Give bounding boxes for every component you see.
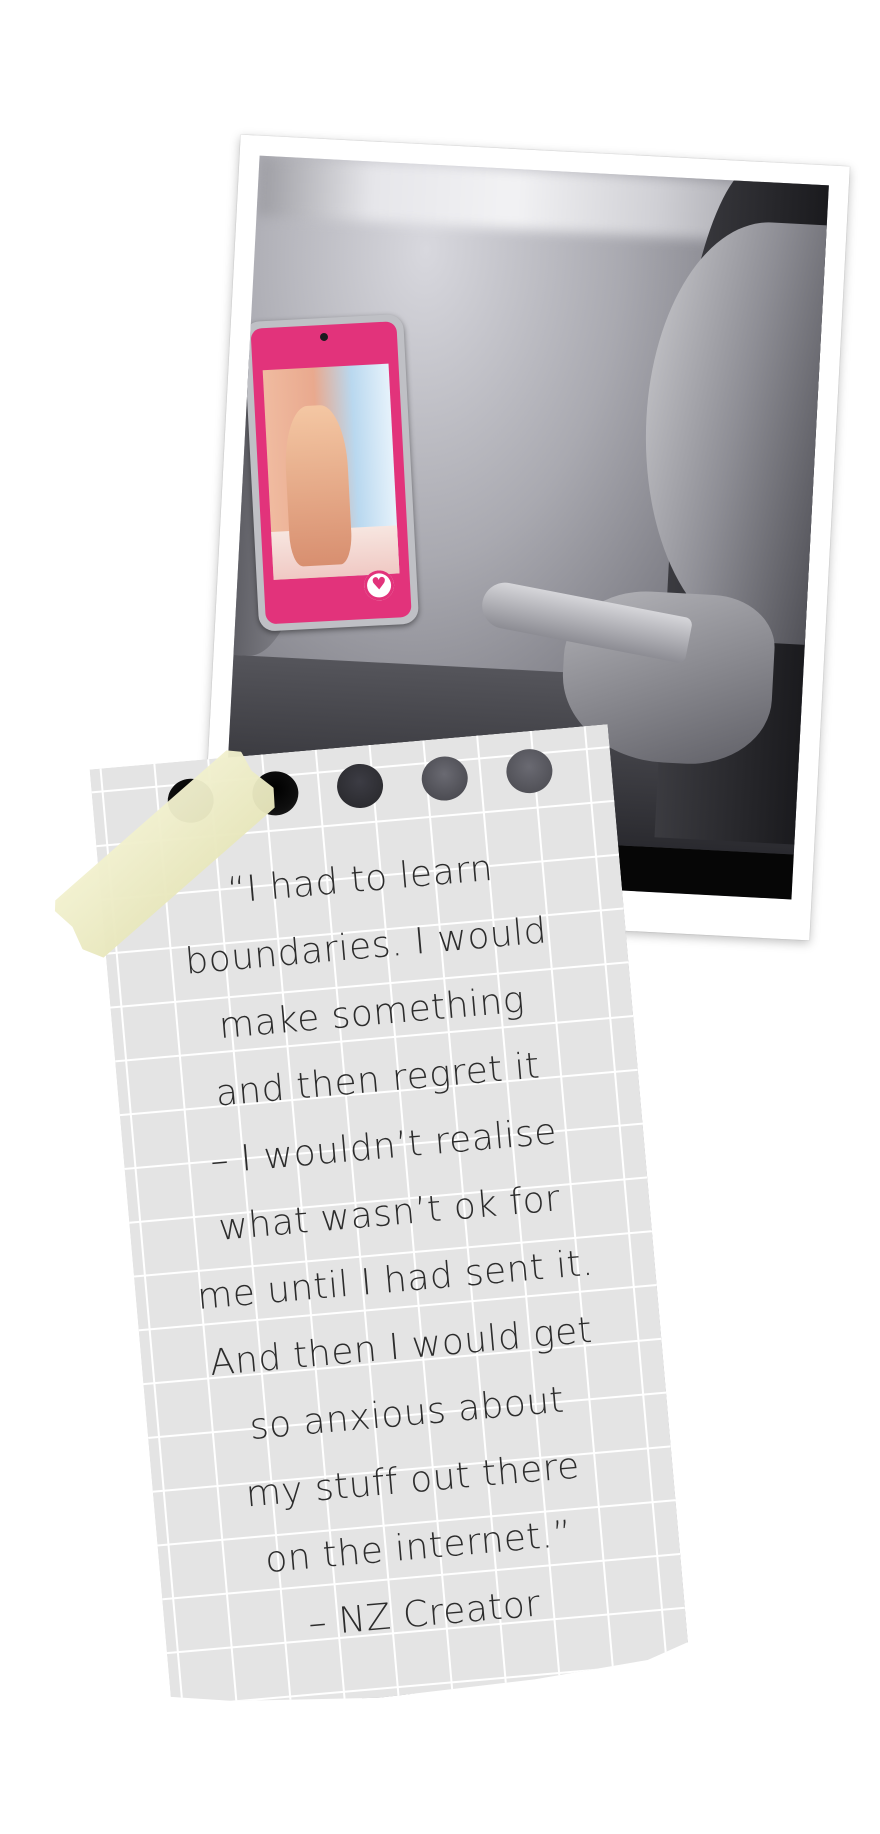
person-face [635,216,829,649]
phone-photo-figure [282,403,353,567]
quote-text: “I had to learn boundaries. I would make… [138,827,646,1666]
scene: ♥ “I had to learn boundaries. I would ma… [0,0,880,1834]
punch-hole [420,755,470,803]
phone: ♥ [243,313,420,632]
camera-icon [319,332,329,342]
punch-hole [335,762,385,810]
phone-screen: ♥ [250,321,412,625]
heart-icon: ♥ [363,569,395,602]
phone-screen-photo [262,363,400,580]
punch-hole [505,747,555,795]
